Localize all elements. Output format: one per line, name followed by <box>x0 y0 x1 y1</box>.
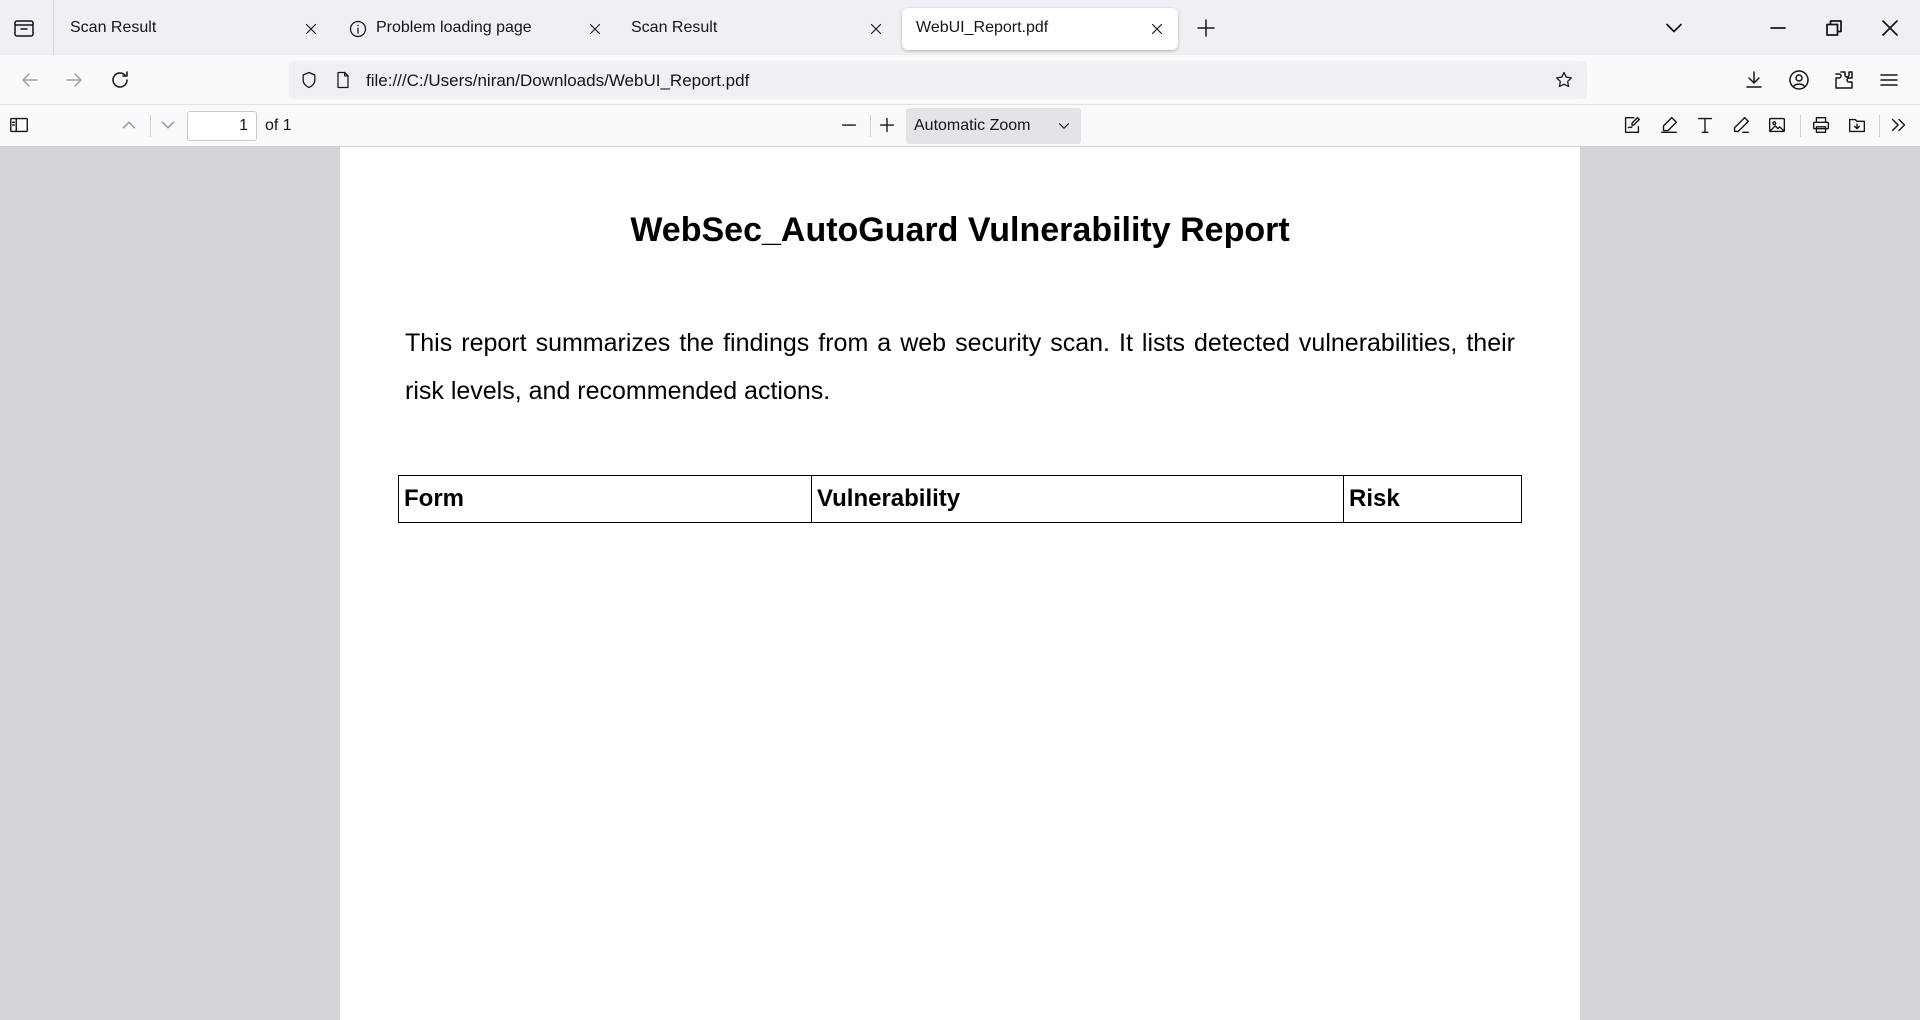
tab-list-icon <box>14 20 34 37</box>
tab-title: Problem loading page <box>376 19 532 36</box>
minimize-icon[interactable] <box>1764 14 1792 42</box>
new-tab-icon[interactable] <box>1194 16 1218 40</box>
navigation-bar: file:///C:/Users/niran/Downloads/WebUI_R… <box>0 55 1920 105</box>
zoom-out-icon[interactable] <box>838 114 860 136</box>
pdf-viewer[interactable]: WebSec_AutoGuard Vulnerability Report Th… <box>0 147 1920 1020</box>
back-icon[interactable] <box>18 68 42 92</box>
restore-icon[interactable] <box>1820 14 1848 42</box>
menu-icon[interactable] <box>1877 68 1901 92</box>
table-header-row: Form Vulnerability Risk <box>398 475 1522 523</box>
zoom-select[interactable]: Automatic Zoom <box>906 108 1081 144</box>
zoom-in-icon[interactable] <box>876 114 898 136</box>
downloads-icon[interactable] <box>1742 68 1766 92</box>
zoom-value: Automatic Zoom <box>914 117 1031 134</box>
tab-title: Scan Result <box>631 19 718 36</box>
more-tools-icon[interactable] <box>1888 114 1910 136</box>
close-tab-icon[interactable] <box>1148 20 1166 38</box>
list-all-tabs-icon[interactable] <box>1660 14 1688 42</box>
close-tab-icon[interactable] <box>867 20 885 38</box>
page-icon <box>337 71 349 89</box>
document-title: WebSec_AutoGuard Vulnerability Report <box>630 211 1290 249</box>
toolbar-separator <box>870 115 871 137</box>
page-count: of 1 <box>265 117 292 134</box>
tab-list-button[interactable] <box>12 16 38 40</box>
forward-icon[interactable] <box>62 68 86 92</box>
chevron-down-icon <box>1058 123 1070 129</box>
toolbar-separator <box>150 115 151 137</box>
column-header-risk: Risk <box>1343 475 1522 523</box>
url-bar[interactable]: file:///C:/Users/niran/Downloads/WebUI_R… <box>289 61 1587 99</box>
save-icon[interactable] <box>1846 114 1868 136</box>
vulnerability-table: Form Vulnerability Risk <box>398 475 1522 523</box>
pdf-page: WebSec_AutoGuard Vulnerability Report Th… <box>340 147 1580 1020</box>
toolbar-separator <box>1800 115 1801 137</box>
tab-webui-report[interactable]: WebUI_Report.pdf <box>902 8 1178 50</box>
account-icon[interactable] <box>1787 68 1811 92</box>
shield-icon[interactable] <box>299 70 319 90</box>
signature-icon[interactable] <box>1621 114 1643 136</box>
tab-problem-loading[interactable]: Problem loading page <box>334 8 610 50</box>
tab-separator <box>53 0 54 55</box>
next-page-icon[interactable] <box>157 114 179 136</box>
highlight-icon[interactable] <box>1658 114 1680 136</box>
tab-title: WebUI_Report.pdf <box>916 19 1049 36</box>
toolbar-separator <box>1879 115 1880 137</box>
bookmark-star-icon[interactable] <box>1554 70 1574 90</box>
page-number-input[interactable] <box>187 111 257 141</box>
add-image-icon[interactable] <box>1766 114 1788 136</box>
window-close-icon[interactable] <box>1876 14 1904 42</box>
reload-icon[interactable] <box>108 68 132 92</box>
document-intro: This report summarizes the findings from… <box>405 329 1515 405</box>
info-icon <box>349 20 367 38</box>
previous-page-icon[interactable] <box>118 114 140 136</box>
tab-scan-result-1[interactable]: Scan Result <box>56 8 326 50</box>
sidebar-toggle-icon[interactable] <box>8 114 30 136</box>
column-header-form: Form <box>398 475 812 523</box>
tab-scan-result-2[interactable]: Scan Result <box>617 8 893 50</box>
pdf-toolbar: of 1 Automatic Zoom <box>0 105 1920 147</box>
url-text[interactable]: file:///C:/Users/niran/Downloads/WebUI_R… <box>366 71 749 91</box>
print-icon[interactable] <box>1810 114 1832 136</box>
tab-title: Scan Result <box>70 19 157 36</box>
draw-icon[interactable] <box>1730 114 1752 136</box>
tab-strip: Scan Result Problem loading page Scan Re… <box>0 0 1920 55</box>
close-tab-icon[interactable] <box>302 20 320 38</box>
close-tab-icon[interactable] <box>586 20 604 38</box>
text-tool-icon[interactable] <box>1694 114 1716 136</box>
extensions-icon[interactable] <box>1832 68 1856 92</box>
column-header-vulnerability: Vulnerability <box>811 475 1344 523</box>
